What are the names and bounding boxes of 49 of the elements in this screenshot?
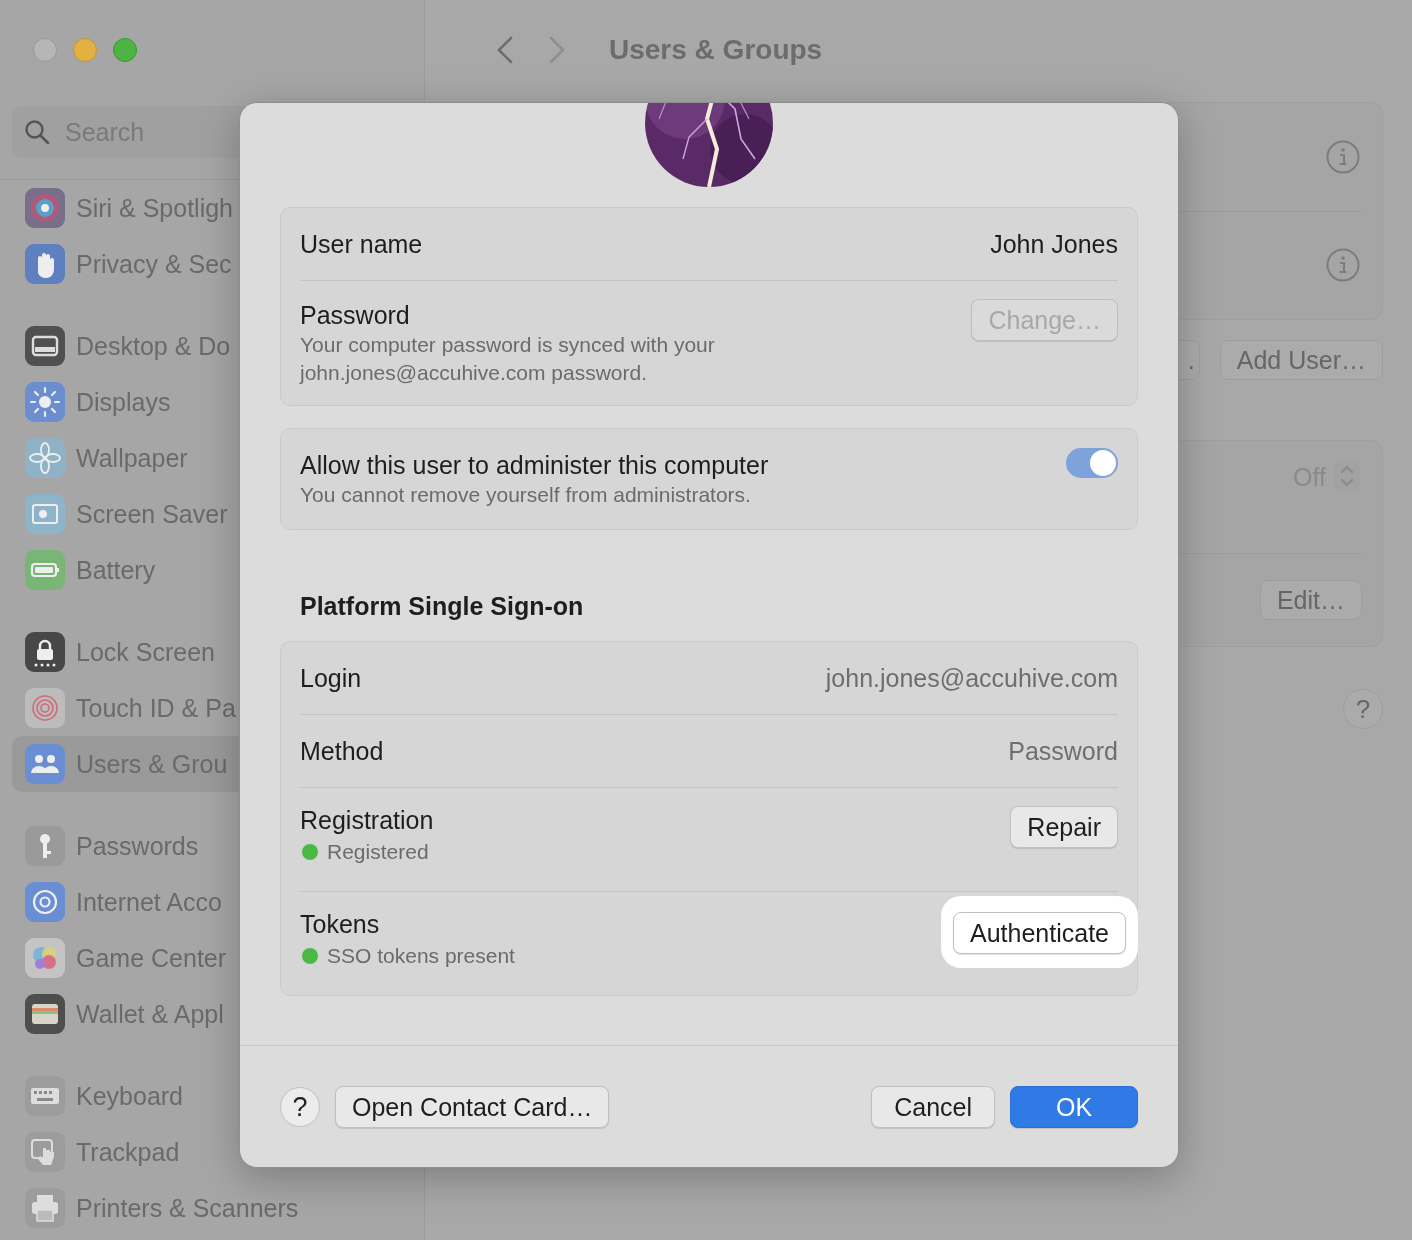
close-window-button[interactable] <box>33 38 57 62</box>
sidebar-item[interactable]: Printers & Scanners <box>12 1180 412 1236</box>
sidebar-item[interactable]: Wallet & Appl <box>12 986 412 1042</box>
edit-button[interactable]: Edit… <box>1259 580 1362 620</box>
hand-icon <box>25 244 65 284</box>
lock-icon <box>25 632 65 672</box>
row-value: john.jones@accuhive.com <box>825 663 1118 693</box>
hand-pointer-icon <box>25 1132 65 1172</box>
info-icon[interactable] <box>1326 139 1360 174</box>
minimize-window-button[interactable] <box>73 38 97 62</box>
row-label: Password <box>300 300 411 331</box>
keyboard-icon <box>25 1076 65 1116</box>
back-icon[interactable] <box>495 35 515 65</box>
window-icon <box>25 326 65 366</box>
row-value: John Jones <box>990 229 1118 259</box>
key-icon <box>25 826 65 866</box>
info-icon[interactable] <box>1326 248 1360 283</box>
row-button[interactable]: Authenticate <box>953 912 1126 954</box>
search-icon <box>24 119 50 145</box>
help-button[interactable]: ? <box>1343 689 1383 729</box>
screen-icon <box>25 494 65 534</box>
forward-icon[interactable] <box>547 35 567 65</box>
row-label: Tokens <box>300 909 381 940</box>
wallet-icon <box>25 994 65 1034</box>
row-label: Login <box>300 663 362 694</box>
status-text: SSO tokens present <box>327 943 515 969</box>
help-button[interactable]: ? <box>280 1087 320 1127</box>
button[interactable]: Add User… <box>1219 340 1383 380</box>
toggle-switch[interactable] <box>1066 447 1118 478</box>
row-description: You cannot remove yourself from administrators. <box>300 482 752 508</box>
bubbles-icon <box>25 938 65 978</box>
row-value: Password <box>1008 736 1118 766</box>
window-title: Users & Groups <box>609 34 823 66</box>
contact-card-button[interactable]: Open Contact Card… <box>335 1086 610 1128</box>
people-icon <box>25 744 65 784</box>
battery-icon <box>25 550 65 590</box>
printer-icon <box>25 1188 65 1228</box>
flower-icon <box>25 438 65 478</box>
zoom-window-button[interactable] <box>113 38 137 62</box>
status-text: Registered <box>327 839 429 865</box>
row-description: Your computer password is synced with your john.jones@accuhive.com password. <box>300 332 716 386</box>
ok-button[interactable]: OK <box>1010 1086 1138 1128</box>
section-heading: Platform Single Sign-on <box>300 592 585 621</box>
sun-icon <box>25 382 65 422</box>
row-label: Method <box>300 736 384 767</box>
row-label: Registration <box>300 805 434 836</box>
row-label: Allow this user to administer this computer <box>300 450 769 481</box>
row-button[interactable]: Repair <box>1010 806 1118 848</box>
cancel-button[interactable]: Cancel <box>871 1086 995 1128</box>
